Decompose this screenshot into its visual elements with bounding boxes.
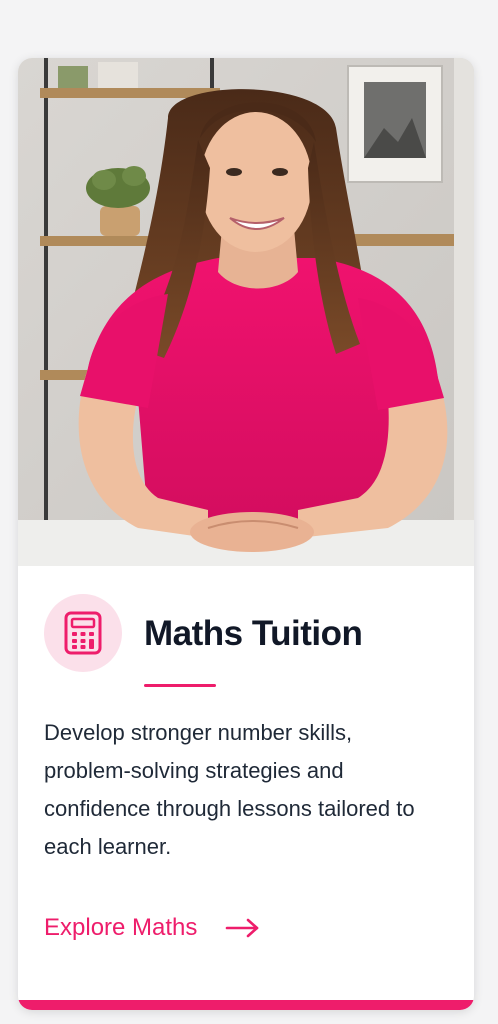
calculator-icon-badge: [44, 594, 122, 672]
card-accent-bar: [18, 1000, 474, 1010]
explore-maths-link[interactable]: Explore Maths: [44, 914, 261, 942]
arrow-right-icon: [226, 918, 259, 938]
tutor-photo: [18, 58, 474, 566]
card-description: Develop stronger number skills, problem-…: [44, 720, 415, 859]
explore-maths-label: Explore Maths: [44, 914, 198, 941]
card-body: Maths Tuition Develop stronger number sk…: [18, 566, 474, 1010]
title-underline: [144, 684, 216, 687]
maths-tuition-card: Maths Tuition Develop stronger number sk…: [18, 58, 474, 1010]
card-title: Maths Tuition: [144, 614, 363, 653]
calculator-icon: [64, 611, 102, 655]
